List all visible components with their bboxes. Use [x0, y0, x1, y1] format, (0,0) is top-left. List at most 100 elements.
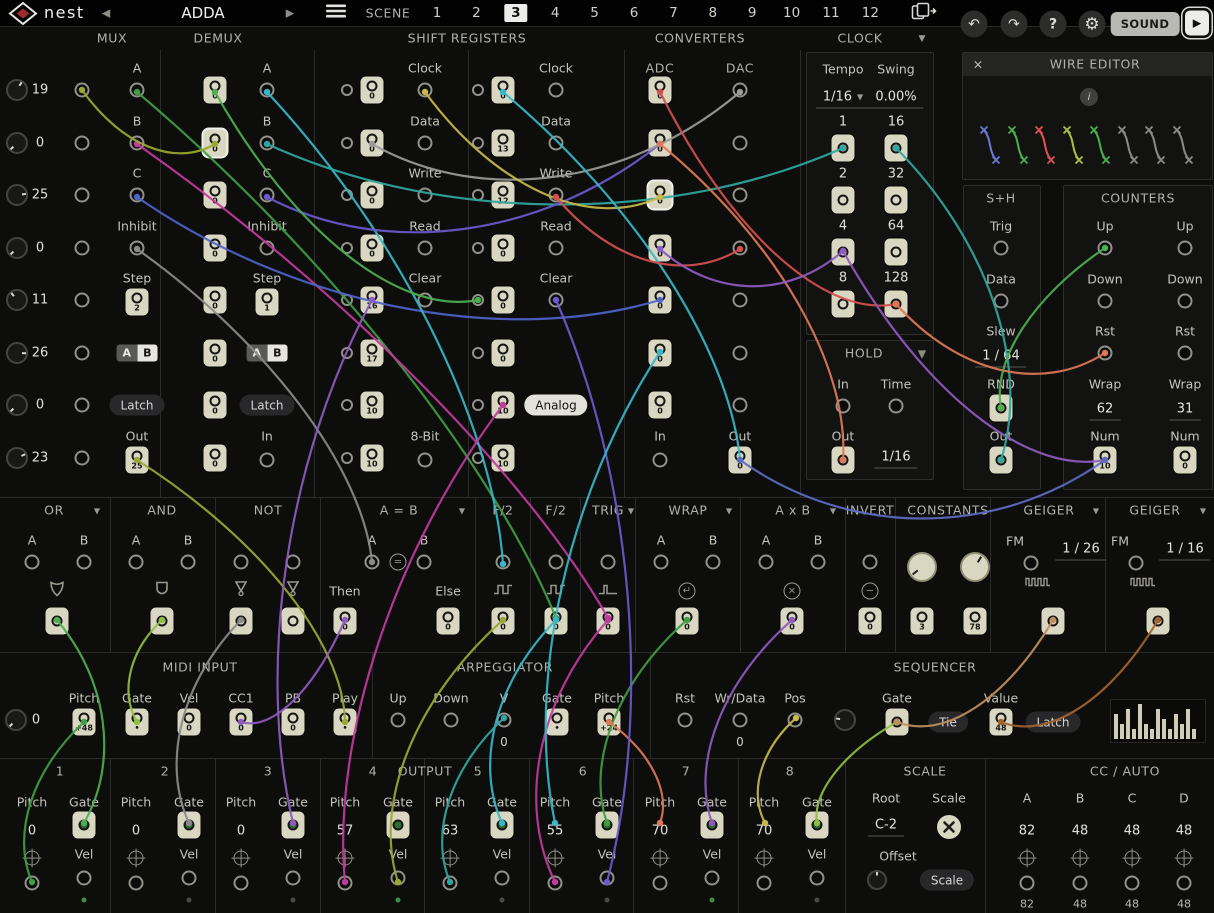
dac-out-display[interactable]: 0: [729, 447, 752, 474]
out1-gate-display[interactable]: [73, 812, 96, 839]
adc-in-jack[interactable]: [653, 453, 668, 468]
out2-pitch-jack[interactable]: [129, 876, 144, 891]
clock-div-display-8[interactable]: [832, 291, 855, 318]
adc-display-4[interactable]: 0: [649, 287, 672, 314]
wire-editor-item-5[interactable]: [1117, 121, 1139, 171]
demux-out-display-0[interactable]: 0: [204, 77, 227, 104]
axb-out-display[interactable]: 0: [781, 608, 804, 635]
arp-up-jack[interactable]: [391, 713, 406, 728]
aeqb-then-display[interactable]: 0: [334, 608, 357, 635]
shift2-stage-display-1[interactable]: 13: [492, 130, 515, 157]
wire-editor-item-0[interactable]: [979, 121, 1001, 171]
help-button[interactable]: ?: [1040, 11, 1067, 38]
counter-0-up-jack[interactable]: [1098, 241, 1113, 256]
counter-1-up-jack[interactable]: [1178, 241, 1193, 256]
mux-knob-3[interactable]: [6, 237, 28, 259]
mux-out-jack-4[interactable]: [75, 293, 90, 308]
sh-out-display[interactable]: [990, 447, 1013, 474]
shift2-stage-display-4[interactable]: 0: [492, 287, 515, 314]
seq-gate-display[interactable]: [886, 709, 909, 736]
scene-3[interactable]: 3: [504, 4, 527, 22]
demux-input-jack-Inhibit[interactable]: [260, 241, 275, 256]
constant-knob-0[interactable]: [907, 552, 937, 582]
mux-knob-4[interactable]: [6, 289, 28, 311]
counter-0-down-jack[interactable]: [1098, 294, 1113, 309]
dac-jack-3[interactable]: [733, 241, 748, 256]
shift2-in-jack-0[interactable]: [472, 84, 484, 96]
shift1-in-jack-7[interactable]: [341, 452, 353, 464]
demux-ab-toggle[interactable]: AB: [247, 345, 288, 362]
shift1-in-jack-6[interactable]: [341, 399, 353, 411]
demux-out-display-7[interactable]: 0: [204, 445, 227, 472]
out7-gate-display[interactable]: [701, 812, 724, 839]
f2a-out-display[interactable]: 0: [492, 608, 515, 635]
shift1-port-jack-Data[interactable]: [418, 136, 433, 151]
arp-v-jack[interactable]: [497, 713, 512, 728]
cc-c-jack[interactable]: [1125, 876, 1140, 891]
shift2-port-jack-Data[interactable]: [549, 136, 564, 151]
demux-out-display-4[interactable]: 0: [204, 287, 227, 314]
seq-wrdata-jack[interactable]: [733, 713, 748, 728]
mux-input-jack-Inhibit[interactable]: [130, 241, 145, 256]
demux-latch-button[interactable]: Latch: [240, 395, 295, 416]
adc-display-6[interactable]: 0: [649, 392, 672, 419]
scene-9[interactable]: 9: [748, 5, 757, 21]
mux-out-jack-5[interactable]: [75, 346, 90, 361]
out7-vel-jack[interactable]: [705, 871, 720, 886]
geiger2-out-display[interactable]: [1147, 608, 1170, 635]
hold-time-jack[interactable]: [889, 399, 904, 414]
clock-div-display-1[interactable]: [832, 135, 855, 162]
patch-prev-button[interactable]: ◀: [102, 7, 110, 20]
shift1-port-jack-Write[interactable]: [418, 188, 433, 203]
trig-out-display[interactable]: 0: [597, 608, 620, 635]
out5-pitch-jack[interactable]: [443, 876, 458, 891]
demux-out-display-6[interactable]: 0: [204, 392, 227, 419]
invert-in-jack[interactable]: [863, 555, 878, 570]
geiger1-rate-field[interactable]: 1 / 26: [1055, 542, 1106, 561]
mux-ab-toggle[interactable]: AB: [117, 345, 158, 362]
scale-button[interactable]: Scale: [920, 870, 974, 891]
demux-input-jack-A[interactable]: [260, 83, 275, 98]
shift1-in-jack-0[interactable]: [341, 84, 353, 96]
or-a-jack[interactable]: [25, 555, 40, 570]
clock-div-display-16[interactable]: [885, 135, 908, 162]
scene-4[interactable]: 4: [551, 5, 560, 21]
demux-out-display-5[interactable]: 0: [204, 340, 227, 367]
cc-a-jack[interactable]: [1020, 876, 1035, 891]
shift1-in-jack-1[interactable]: [341, 137, 353, 149]
out5-vel-jack[interactable]: [495, 871, 510, 886]
logic-dropdown-aeqb[interactable]: ▼: [459, 507, 465, 516]
arp-gate-display[interactable]: •: [546, 709, 569, 736]
shift2-stage-display-5[interactable]: 0: [492, 340, 515, 367]
scale-offset-knob[interactable]: [867, 870, 887, 890]
dac-jack-2[interactable]: [733, 188, 748, 203]
out1-pitch-jack[interactable]: [25, 876, 40, 891]
out6-pitch-jack[interactable]: [548, 876, 563, 891]
mux-out-jack-3[interactable]: [75, 241, 90, 256]
out3-vel-jack[interactable]: [286, 871, 301, 886]
clock-swing-field[interactable]: 0.00%: [868, 90, 923, 109]
hold-in-jack[interactable]: [836, 399, 851, 414]
midi-vel-display[interactable]: 0: [178, 709, 201, 736]
out3-pitch-jack[interactable]: [234, 876, 249, 891]
out8-pitch-jack[interactable]: [757, 876, 772, 891]
wrap-b-jack[interactable]: [706, 555, 721, 570]
out2-vel-jack[interactable]: [182, 871, 197, 886]
scene-5[interactable]: 5: [590, 5, 599, 21]
mux-out-jack-2[interactable]: [75, 188, 90, 203]
demux-input-jack-B[interactable]: [260, 136, 275, 151]
or-b-jack[interactable]: [77, 555, 92, 570]
sound-button[interactable]: SOUND: [1111, 12, 1180, 36]
geiger2-rate-field[interactable]: 1 / 16: [1159, 542, 1210, 561]
midi-knob[interactable]: [5, 709, 27, 731]
arp-pitch-display[interactable]: +24: [598, 709, 621, 736]
mux-input-jack-B[interactable]: [130, 136, 145, 151]
constant-display-1[interactable]: 78: [964, 608, 987, 635]
counter-1-num-display[interactable]: 0: [1174, 447, 1197, 474]
clock-div-display-64[interactable]: [885, 239, 908, 266]
midi-pb-display[interactable]: 0: [282, 709, 305, 736]
out4-pitch-jack[interactable]: [338, 876, 353, 891]
cc-b-jack[interactable]: [1073, 876, 1088, 891]
shift2-in-jack-4[interactable]: [472, 294, 484, 306]
wire-editor-info-button[interactable]: i: [1080, 88, 1098, 106]
